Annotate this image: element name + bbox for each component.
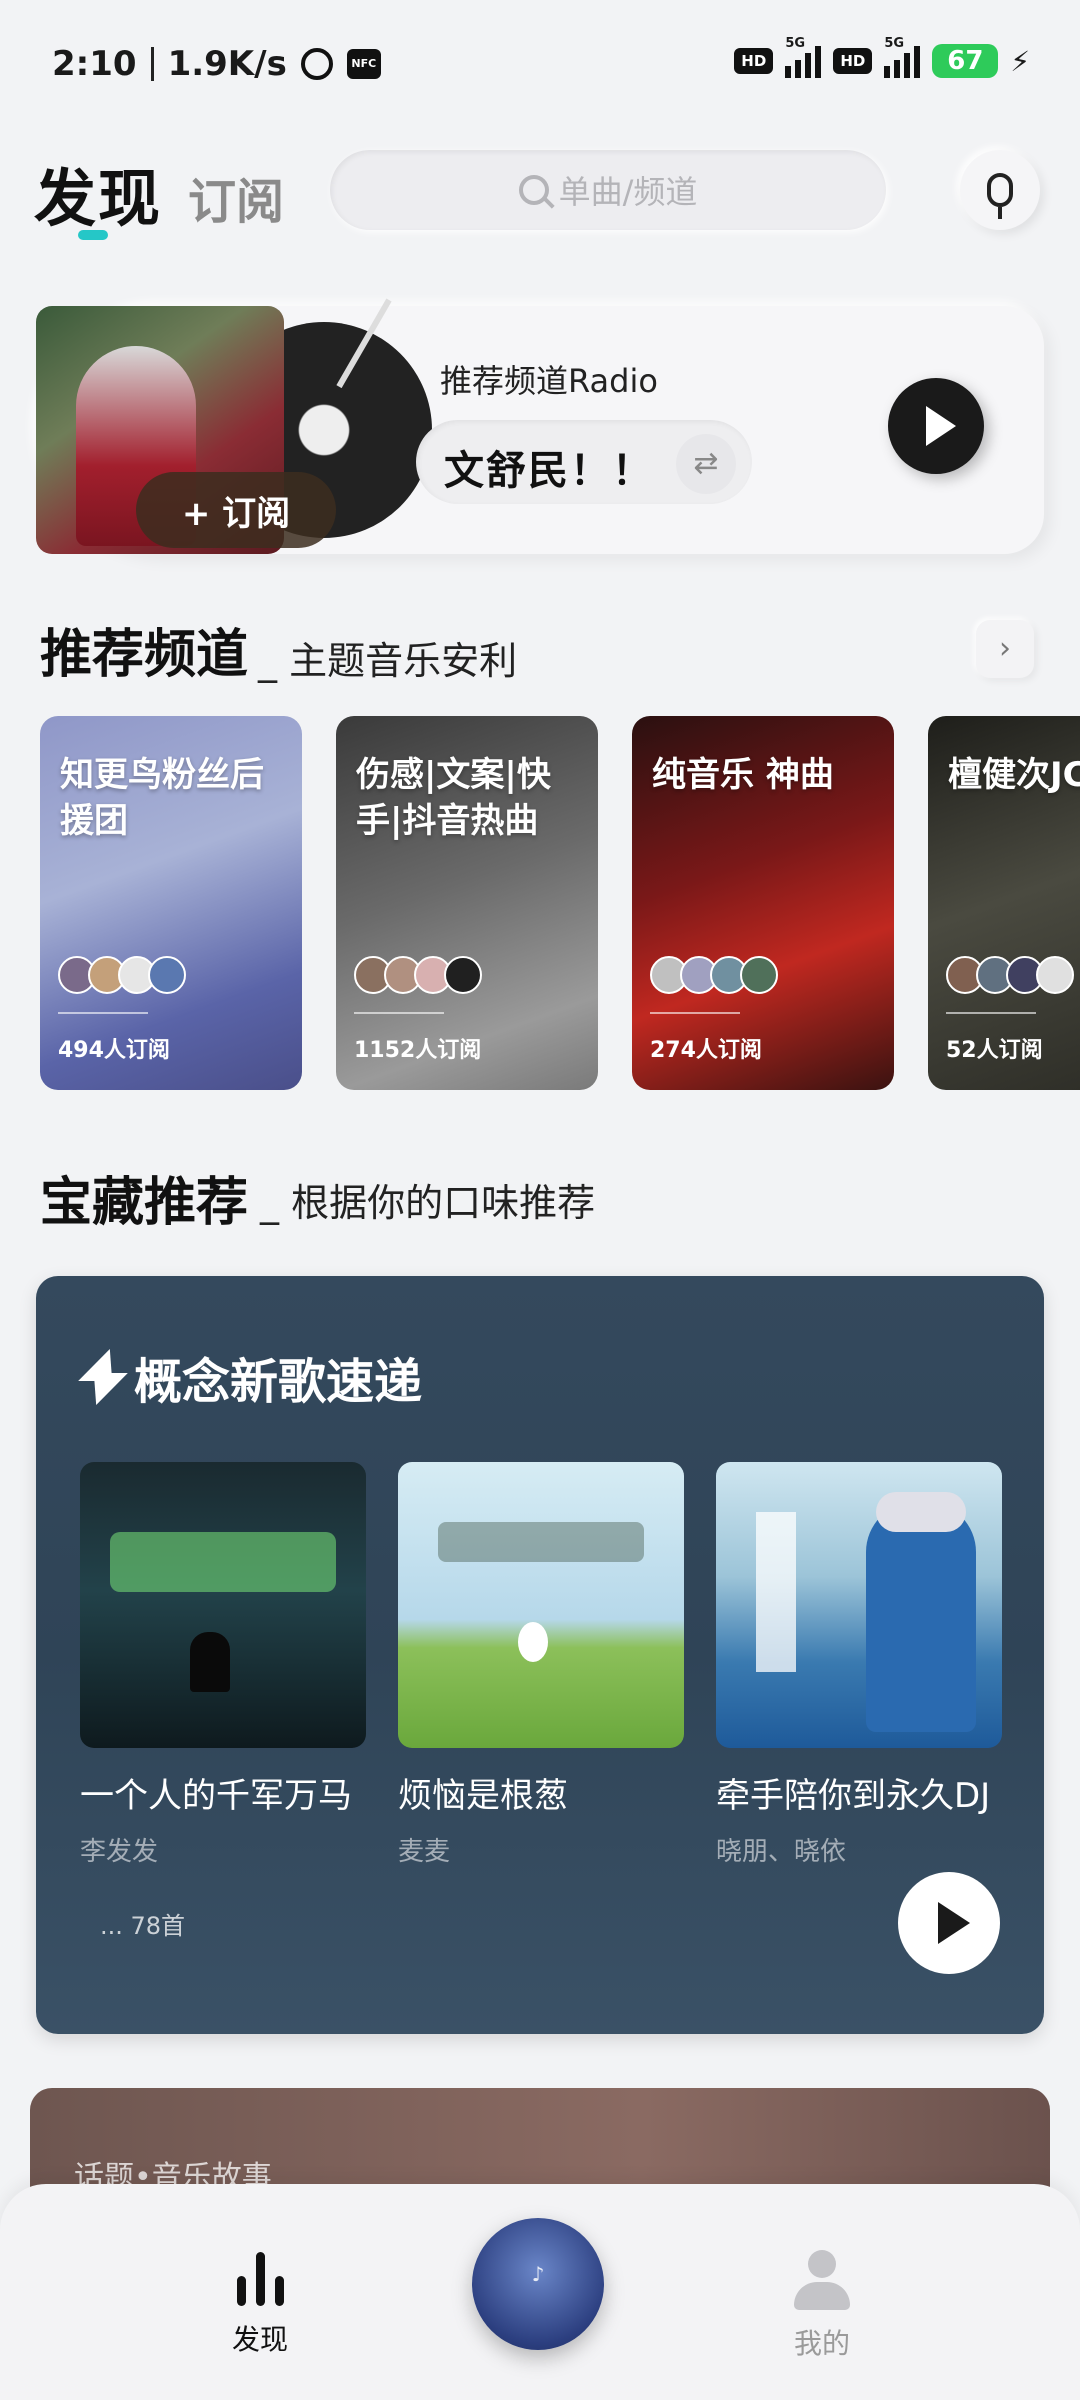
song-count: ... 78首	[100, 1912, 186, 1940]
subscriber-count: 52人订阅	[946, 1038, 1043, 1063]
radio-channel-name: 文舒民！！	[444, 448, 654, 494]
channel-card[interactable]: 檀健次JC 52人订阅	[928, 716, 1080, 1090]
song-artist: 李发发	[80, 1837, 159, 1867]
song-item[interactable]: 一个人的千军万马 李发发	[80, 1462, 366, 1868]
channel-card[interactable]: 伤感|文案|快手|抖音热曲 1152人订阅	[336, 716, 598, 1090]
song-cover-image	[398, 1462, 684, 1748]
search-icon	[518, 175, 549, 205]
channel-title: 伤感|文案|快手|抖音热曲	[356, 755, 551, 841]
section-subtitle-recommend: _ 主题音乐安利	[258, 639, 518, 683]
nav-mine[interactable]: 我的	[742, 2250, 902, 2362]
song-item[interactable]: 烦恼是根葱 麦麦	[398, 1462, 684, 1868]
search-bar[interactable]: 单曲/频道	[330, 150, 886, 230]
charging-icon: ⚡	[1010, 44, 1030, 78]
new-songs-title: 概念新歌速递	[134, 1354, 423, 1410]
song-title: 烦恼是根葱	[398, 1776, 568, 1816]
divider	[150, 47, 154, 81]
voice-search-button[interactable]	[960, 150, 1040, 230]
battery-indicator: 67	[932, 44, 999, 78]
subscriber-avatars	[354, 956, 482, 994]
channel-card[interactable]: 知更鸟粉丝后援团 494人订阅	[40, 716, 302, 1090]
tab-indicator	[78, 230, 108, 240]
lightning-icon	[80, 1349, 120, 1405]
subscribe-button[interactable]: + 订阅	[136, 472, 336, 548]
hd-badge-2: HD	[833, 48, 873, 74]
song-artist: 晓朋、晓依	[716, 1837, 847, 1867]
subscriber-count: 1152人订阅	[354, 1038, 482, 1063]
channel-title: 檀健次JC	[948, 755, 1080, 795]
new-songs-card[interactable]: 概念新歌速递 一个人的千军万马 李发发 烦恼是根葱 麦麦 牵手陪你到永久DJ 晓…	[36, 1276, 1044, 2034]
clock: 2:10	[52, 44, 137, 84]
nfc-icon: NFC	[346, 49, 381, 79]
network-speed: 1.9K/s	[167, 44, 287, 84]
song-title: 牵手陪你到永久DJ	[716, 1776, 991, 1816]
radio-play-button[interactable]	[888, 378, 984, 474]
microphone-icon	[987, 173, 1013, 219]
subscriber-count: 494人订阅	[58, 1038, 170, 1063]
section-title-recommend: 推荐频道	[40, 625, 249, 685]
alarm-icon	[300, 48, 333, 80]
signal-icon-2: 5G	[884, 36, 921, 78]
song-item[interactable]: 牵手陪你到永久DJ 晓朋、晓依	[716, 1462, 1002, 1868]
subscriber-count: 274人订阅	[650, 1038, 762, 1063]
top-header: 发现 订阅 单曲/频道	[0, 140, 1080, 240]
new-songs-header: 概念新歌速递	[80, 1342, 422, 1412]
channel-carousel[interactable]: 知更鸟粉丝后援团 494人订阅 伤感|文案|快手|抖音热曲 1152人订阅 纯音…	[40, 716, 1080, 1092]
channel-title: 知更鸟粉丝后援团	[60, 755, 264, 841]
section-title-treasure: 宝藏推荐	[40, 1173, 249, 1233]
status-bar: 2:10 1.9K/s NFC HD 5G HD 5G 67 ⚡	[0, 0, 1080, 130]
tab-subscribe[interactable]: 订阅	[188, 162, 284, 232]
tab-discover[interactable]: 发现	[34, 148, 162, 238]
signal-icon: 5G	[785, 36, 822, 78]
channel-card[interactable]: 纯音乐 神曲 274人订阅	[632, 716, 894, 1090]
search-placeholder: 单曲/频道	[558, 173, 698, 211]
nav-discover-label: 发现	[231, 2323, 288, 2356]
subscriber-avatars	[58, 956, 186, 994]
section-subtitle-treasure: _ 根据你的口味推荐	[260, 1181, 596, 1225]
radio-card[interactable]: + 订阅 推荐频道Radio 文舒民！！ ⇄	[36, 298, 1044, 554]
user-icon	[794, 2250, 850, 2310]
sound-bars-icon	[180, 2250, 340, 2306]
nav-discover[interactable]: 发现	[180, 2250, 340, 2358]
switch-icon[interactable]: ⇄	[676, 434, 736, 494]
nav-mine-label: 我的	[793, 2327, 850, 2360]
song-title: 一个人的千军万马	[80, 1776, 352, 1816]
song-artist: 麦麦	[398, 1837, 451, 1867]
subscriber-avatars	[946, 956, 1074, 994]
play-all-button[interactable]	[898, 1872, 1000, 1974]
now-playing-disc[interactable]: ♪	[472, 2218, 604, 2350]
song-cover-image	[716, 1462, 1002, 1748]
radio-label: 推荐频道Radio	[440, 362, 658, 400]
song-cover-image	[80, 1462, 366, 1748]
channel-title: 纯音乐 神曲	[652, 755, 834, 795]
hd-badge: HD	[734, 48, 774, 74]
chevron-right-icon[interactable]: ›	[976, 620, 1034, 678]
subscriber-avatars	[650, 956, 778, 994]
bottom-navigation: 发现 ♪ 我的	[0, 2184, 1080, 2400]
